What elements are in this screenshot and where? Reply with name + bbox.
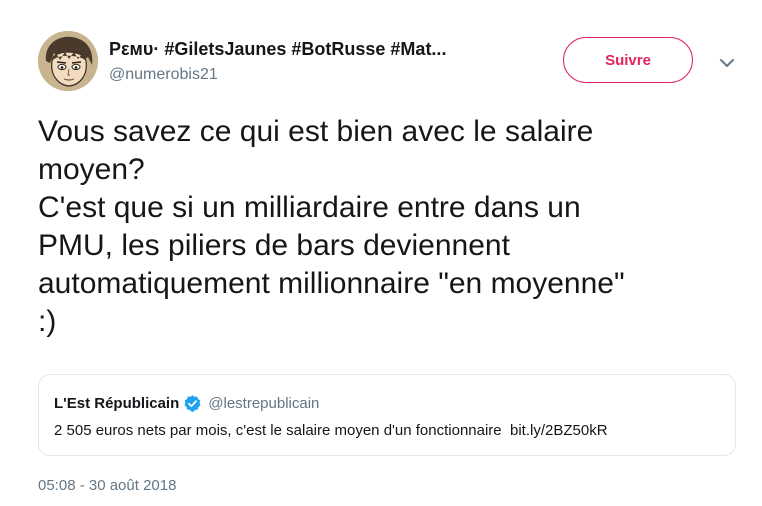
quoted-tweet-header: L'Est Républicain @lestrepublicain: [54, 394, 319, 413]
tweet-timestamp[interactable]: 05:08 - 30 août 2018: [38, 477, 176, 494]
tweet-card: Ρεмυ· #GiletsJaunes #BotRusse #Mat... @n…: [0, 0, 762, 506]
quoted-author-handle: @lestrepublicain: [208, 395, 320, 412]
quoted-author-name: L'Est Républicain: [54, 395, 180, 412]
quoted-tweet-text-line: 2 505 euros nets par mois, c'est le sala…: [54, 422, 608, 439]
tweet-text: Vous savez ce qui est bien avec le salai…: [38, 115, 625, 338]
avatar-drawing: [38, 31, 98, 91]
quoted-tweet[interactable]: L'Est Républicain @lestrepublicain 2 505…: [38, 374, 736, 456]
author-handle[interactable]: @numerobis21: [109, 65, 218, 85]
quoted-tweet-text: 2 505 euros nets par mois, c'est le sala…: [54, 422, 502, 439]
chevron-down-icon[interactable]: [716, 52, 738, 74]
avatar[interactable]: [38, 31, 98, 91]
verified-badge-icon: [183, 394, 202, 413]
follow-button[interactable]: Suivre: [563, 37, 693, 83]
author-display-name[interactable]: Ρεмυ· #GiletsJaunes #BotRusse #Mat...: [109, 38, 539, 60]
quoted-tweet-link[interactable]: bit.ly/2BZ50kR: [510, 422, 608, 439]
